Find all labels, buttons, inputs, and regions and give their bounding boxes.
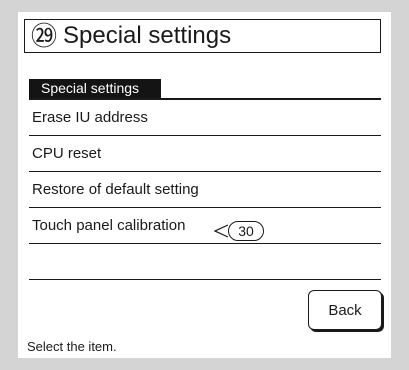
- status-message: Select the item.: [27, 339, 117, 354]
- reference-callout: 30: [214, 220, 264, 242]
- back-button[interactable]: Back: [308, 290, 382, 330]
- menu-item-label: Erase IU address: [32, 109, 148, 126]
- menu-item-label: Restore of default setting: [32, 181, 199, 198]
- menu-item-touch-panel-calibration[interactable]: Touch panel calibration: [29, 208, 381, 244]
- screen-number-badge: ㉙: [31, 21, 58, 51]
- screen-title-bar: ㉙ Special settings: [24, 19, 381, 53]
- menu-header: Special settings: [29, 79, 161, 98]
- menu-item-label: CPU reset: [32, 145, 102, 162]
- menu-item-empty: [29, 244, 381, 280]
- menu-item-restore-default-setting[interactable]: Restore of default setting: [29, 172, 381, 208]
- menu-item-label: Touch panel calibration: [32, 217, 186, 234]
- special-settings-screen: ㉙ Special settings Special settings Eras…: [18, 12, 391, 358]
- callout-reference-number: 30: [228, 221, 264, 241]
- menu-item-erase-iu-address[interactable]: Erase IU address: [29, 100, 381, 136]
- callout-pointer-icon: [214, 224, 228, 238]
- page-title: Special settings: [63, 22, 232, 49]
- menu-item-cpu-reset[interactable]: CPU reset: [29, 136, 381, 172]
